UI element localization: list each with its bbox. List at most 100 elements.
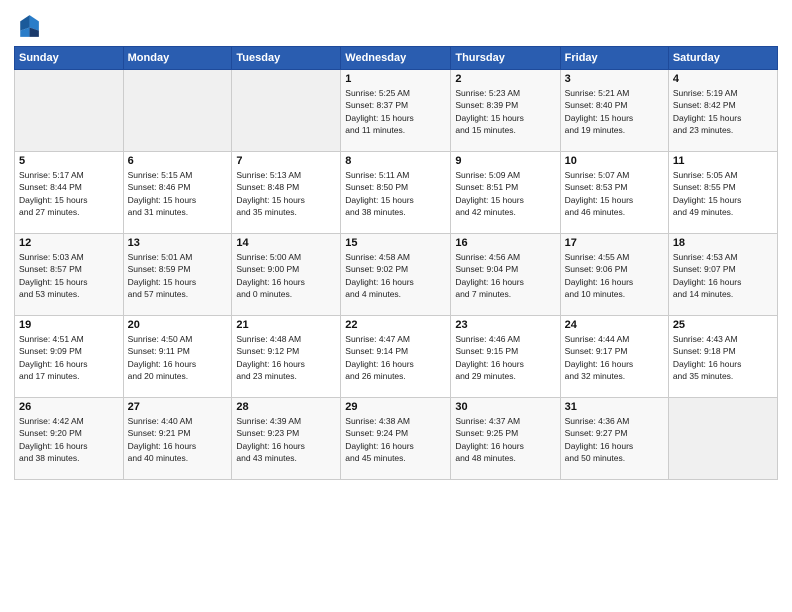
day-cell: 25 Sunrise: 4:43 AMSunset: 9:18 PMDayligh… <box>668 316 777 398</box>
day-cell: 19 Sunrise: 4:51 AMSunset: 9:09 PMDayligh… <box>15 316 124 398</box>
day-cell: 27Sunrise: 4:40 AMSunset: 9:21 PMDayligh… <box>123 398 232 480</box>
day-info: Sunrise: 4:53 AMSunset: 9:07 PMDaylight:… <box>673 251 773 300</box>
day-cell: 14Sunrise: 5:00 AMSunset: 9:00 PMDayligh… <box>232 234 341 316</box>
day-cell: 22Sunrise: 4:47 AMSunset: 9:14 PMDayligh… <box>341 316 451 398</box>
day-info: Sunrise: 5:21 AMSunset: 8:40 PMDaylight:… <box>565 87 664 136</box>
day-number: 16 <box>455 237 555 249</box>
day-info: Sunrise: 4:36 AMSunset: 9:27 PMDaylight:… <box>565 415 664 464</box>
day-info: Sunrise: 5:00 AMSunset: 9:00 PMDaylight:… <box>236 251 336 300</box>
day-info: Sunrise: 4:38 AMSunset: 9:24 PMDaylight:… <box>345 415 446 464</box>
day-cell: 7Sunrise: 5:13 AMSunset: 8:48 PMDaylight… <box>232 152 341 234</box>
day-info: Sunrise: 5:09 AMSunset: 8:51 PMDaylight:… <box>455 169 555 218</box>
day-number: 20 <box>128 319 228 331</box>
day-number: 29 <box>345 401 446 413</box>
day-cell: 18 Sunrise: 4:53 AMSunset: 9:07 PMDayligh… <box>668 234 777 316</box>
day-cell: 26 Sunrise: 4:42 AMSunset: 9:20 PMDayligh… <box>15 398 124 480</box>
day-number: 19 <box>19 319 119 331</box>
day-number: 1 <box>345 73 446 85</box>
day-cell <box>232 70 341 152</box>
day-info: Sunrise: 5:25 AMSunset: 8:37 PMDaylight:… <box>345 87 446 136</box>
day-cell <box>15 70 124 152</box>
day-number: 5 <box>19 155 119 167</box>
day-info: Sunrise: 4:58 AMSunset: 9:02 PMDaylight:… <box>345 251 446 300</box>
day-cell: 8 Sunrise: 5:11 AMSunset: 8:50 PMDaylight… <box>341 152 451 234</box>
day-cell: 16 Sunrise: 4:56 AMSunset: 9:04 PMDayligh… <box>451 234 560 316</box>
logo-icon <box>14 12 42 40</box>
day-info: Sunrise: 4:47 AMSunset: 9:14 PMDaylight:… <box>345 333 446 382</box>
day-cell: 4 Sunrise: 5:19 AMSunset: 8:42 PMDaylight… <box>668 70 777 152</box>
calendar-table: SundayMondayTuesdayWednesdayThursdayFrid… <box>14 46 778 480</box>
day-info: Sunrise: 5:19 AMSunset: 8:42 PMDaylight:… <box>673 87 773 136</box>
day-cell: 29 Sunrise: 4:38 AMSunset: 9:24 PMDayligh… <box>341 398 451 480</box>
day-cell: 1 Sunrise: 5:25 AMSunset: 8:37 PMDaylight… <box>341 70 451 152</box>
day-cell: 15 Sunrise: 4:58 AMSunset: 9:02 PMDayligh… <box>341 234 451 316</box>
day-info: Sunrise: 4:37 AMSunset: 9:25 PMDaylight:… <box>455 415 555 464</box>
day-cell: 3 Sunrise: 5:21 AMSunset: 8:40 PMDaylight… <box>560 70 668 152</box>
day-cell <box>668 398 777 480</box>
day-cell: 21 Sunrise: 4:48 AMSunset: 9:12 PMDayligh… <box>232 316 341 398</box>
weekday-header-sunday: Sunday <box>15 47 124 70</box>
day-info: Sunrise: 5:01 AMSunset: 8:59 PMDaylight:… <box>128 251 228 300</box>
day-cell: 30 Sunrise: 4:37 AMSunset: 9:25 PMDayligh… <box>451 398 560 480</box>
day-info: Sunrise: 4:43 AMSunset: 9:18 PMDaylight:… <box>673 333 773 382</box>
week-row-4: 19 Sunrise: 4:51 AMSunset: 9:09 PMDayligh… <box>15 316 778 398</box>
week-row-1: 1 Sunrise: 5:25 AMSunset: 8:37 PMDaylight… <box>15 70 778 152</box>
day-number: 31 <box>565 401 664 413</box>
day-info: Sunrise: 4:42 AMSunset: 9:20 PMDaylight:… <box>19 415 119 464</box>
day-cell: 5 Sunrise: 5:17 AMSunset: 8:44 PMDaylight… <box>15 152 124 234</box>
day-info: Sunrise: 5:03 AMSunset: 8:57 PMDaylight:… <box>19 251 119 300</box>
day-number: 28 <box>236 401 336 413</box>
day-info: Sunrise: 4:55 AMSunset: 9:06 PMDaylight:… <box>565 251 664 300</box>
day-number: 21 <box>236 319 336 331</box>
header <box>14 12 778 40</box>
day-cell: 23 Sunrise: 4:46 AMSunset: 9:15 PMDayligh… <box>451 316 560 398</box>
day-cell: 31 Sunrise: 4:36 AMSunset: 9:27 PMDayligh… <box>560 398 668 480</box>
day-cell: 24Sunrise: 4:44 AMSunset: 9:17 PMDayligh… <box>560 316 668 398</box>
day-number: 30 <box>455 401 555 413</box>
logo <box>14 12 46 40</box>
day-number: 17 <box>565 237 664 249</box>
weekday-header-row: SundayMondayTuesdayWednesdayThursdayFrid… <box>15 47 778 70</box>
day-number: 12 <box>19 237 119 249</box>
day-number: 4 <box>673 73 773 85</box>
day-number: 23 <box>455 319 555 331</box>
day-number: 6 <box>128 155 228 167</box>
week-row-3: 12 Sunrise: 5:03 AMSunset: 8:57 PMDayligh… <box>15 234 778 316</box>
day-number: 8 <box>345 155 446 167</box>
day-cell: 10Sunrise: 5:07 AMSunset: 8:53 PMDayligh… <box>560 152 668 234</box>
day-cell: 13 Sunrise: 5:01 AMSunset: 8:59 PMDayligh… <box>123 234 232 316</box>
day-number: 13 <box>128 237 228 249</box>
day-info: Sunrise: 5:13 AMSunset: 8:48 PMDaylight:… <box>236 169 336 218</box>
day-info: Sunrise: 4:48 AMSunset: 9:12 PMDaylight:… <box>236 333 336 382</box>
day-cell: 17 Sunrise: 4:55 AMSunset: 9:06 PMDayligh… <box>560 234 668 316</box>
weekday-header-saturday: Saturday <box>668 47 777 70</box>
day-info: Sunrise: 5:05 AMSunset: 8:55 PMDaylight:… <box>673 169 773 218</box>
day-cell: 28 Sunrise: 4:39 AMSunset: 9:23 PMDayligh… <box>232 398 341 480</box>
day-number: 25 <box>673 319 773 331</box>
day-number: 11 <box>673 155 773 167</box>
day-number: 3 <box>565 73 664 85</box>
weekday-header-thursday: Thursday <box>451 47 560 70</box>
day-info: Sunrise: 4:51 AMSunset: 9:09 PMDaylight:… <box>19 333 119 382</box>
day-info: Sunrise: 4:56 AMSunset: 9:04 PMDaylight:… <box>455 251 555 300</box>
day-cell: 11 Sunrise: 5:05 AMSunset: 8:55 PMDayligh… <box>668 152 777 234</box>
day-cell: 12 Sunrise: 5:03 AMSunset: 8:57 PMDayligh… <box>15 234 124 316</box>
day-info: Sunrise: 5:15 AMSunset: 8:46 PMDaylight:… <box>128 169 228 218</box>
weekday-header-friday: Friday <box>560 47 668 70</box>
day-number: 10 <box>565 155 664 167</box>
day-number: 18 <box>673 237 773 249</box>
week-row-2: 5 Sunrise: 5:17 AMSunset: 8:44 PMDaylight… <box>15 152 778 234</box>
day-info: Sunrise: 4:39 AMSunset: 9:23 PMDaylight:… <box>236 415 336 464</box>
day-cell: 6 Sunrise: 5:15 AMSunset: 8:46 PMDaylight… <box>123 152 232 234</box>
day-number: 24 <box>565 319 664 331</box>
day-info: Sunrise: 4:46 AMSunset: 9:15 PMDaylight:… <box>455 333 555 382</box>
weekday-header-wednesday: Wednesday <box>341 47 451 70</box>
day-info: Sunrise: 4:50 AMSunset: 9:11 PMDaylight:… <box>128 333 228 382</box>
day-cell: 2Sunrise: 5:23 AMSunset: 8:39 PMDaylight… <box>451 70 560 152</box>
weekday-header-tuesday: Tuesday <box>232 47 341 70</box>
week-row-5: 26 Sunrise: 4:42 AMSunset: 9:20 PMDayligh… <box>15 398 778 480</box>
day-info: Sunrise: 5:11 AMSunset: 8:50 PMDaylight:… <box>345 169 446 218</box>
day-number: 26 <box>19 401 119 413</box>
day-number: 15 <box>345 237 446 249</box>
day-info: Sunrise: 5:17 AMSunset: 8:44 PMDaylight:… <box>19 169 119 218</box>
